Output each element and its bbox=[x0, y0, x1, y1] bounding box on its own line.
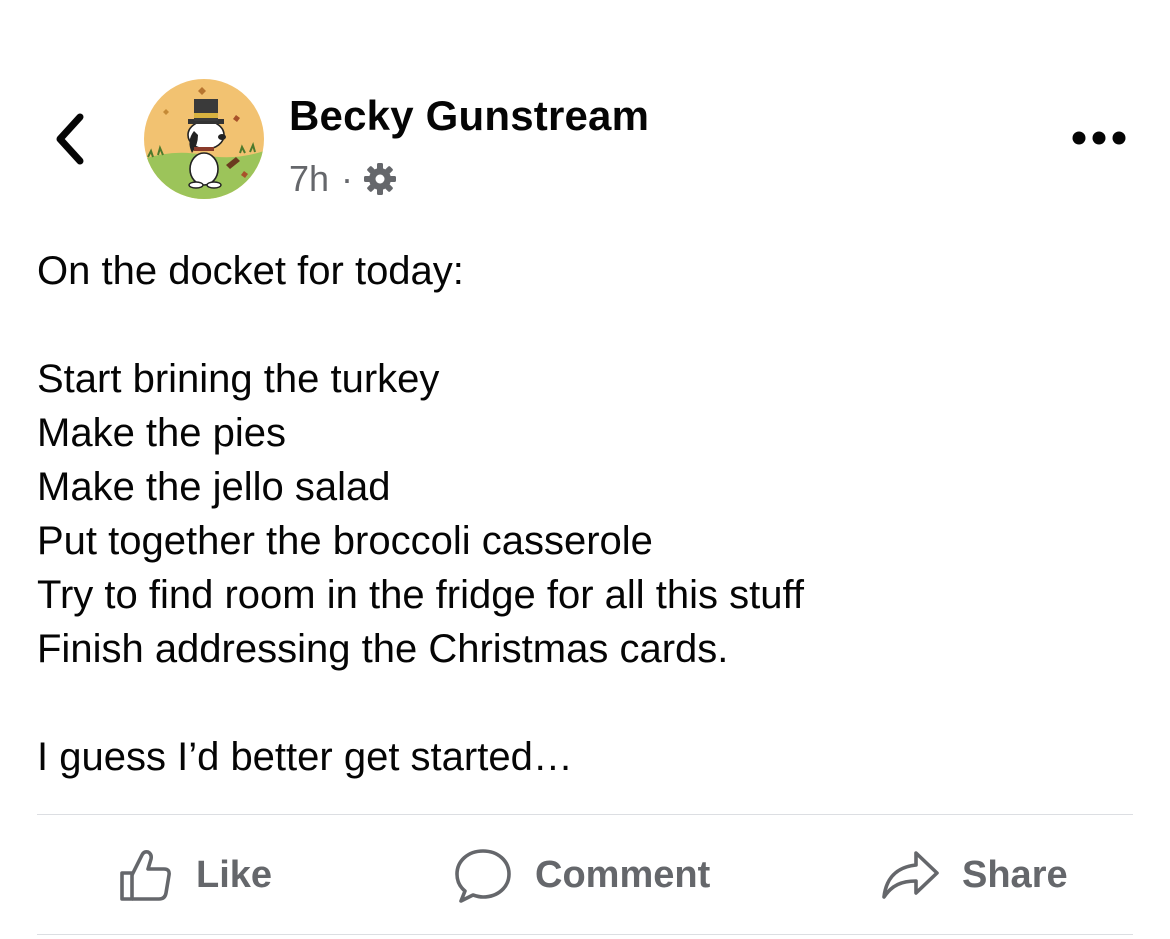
post-line: On the docket for today: bbox=[37, 249, 464, 293]
share-button[interactable]: Share bbox=[880, 840, 1068, 910]
like-label: Like bbox=[196, 853, 273, 896]
share-label: Share bbox=[962, 853, 1068, 896]
action-bar-top-divider bbox=[37, 814, 1133, 815]
avatar-image bbox=[144, 79, 264, 199]
comment-button[interactable]: Comment bbox=[453, 840, 710, 910]
post-line: I guess I’d better get started… bbox=[37, 735, 573, 779]
post-line: Put together the broccoli casserole bbox=[37, 519, 653, 563]
post-line: Make the pies bbox=[37, 411, 287, 455]
comment-label: Comment bbox=[535, 853, 711, 896]
privacy-icon[interactable] bbox=[363, 162, 397, 196]
post-meta: 7h · bbox=[289, 157, 397, 201]
share-arrow-icon bbox=[880, 849, 940, 901]
author-name[interactable]: Becky Gunstream bbox=[289, 92, 649, 140]
post-line: Make the jello salad bbox=[37, 465, 391, 509]
post-line: Finish addressing the Christmas cards. bbox=[37, 627, 729, 671]
more-options-button[interactable] bbox=[1068, 118, 1130, 158]
meta-separator: · bbox=[341, 158, 354, 199]
thumbs-up-icon bbox=[118, 847, 174, 903]
post-line: Start brining the turkey bbox=[37, 357, 440, 401]
action-bar-bottom-divider bbox=[37, 934, 1133, 935]
avatar[interactable] bbox=[144, 79, 264, 199]
post-line: Try to find room in the fridge for all t… bbox=[37, 573, 804, 617]
chevron-left-icon bbox=[56, 113, 84, 165]
post-timestamp[interactable]: 7h bbox=[289, 158, 329, 200]
more-horizontal-icon bbox=[1072, 131, 1126, 145]
post-card: Becky Gunstream 7h · On the docket for t… bbox=[0, 0, 1170, 939]
back-button[interactable] bbox=[40, 104, 100, 174]
speech-bubble-icon bbox=[453, 845, 513, 905]
gear-icon bbox=[364, 163, 397, 195]
like-button[interactable]: Like bbox=[118, 840, 272, 910]
post-text: On the docket for today: Start brining t… bbox=[37, 244, 1137, 784]
